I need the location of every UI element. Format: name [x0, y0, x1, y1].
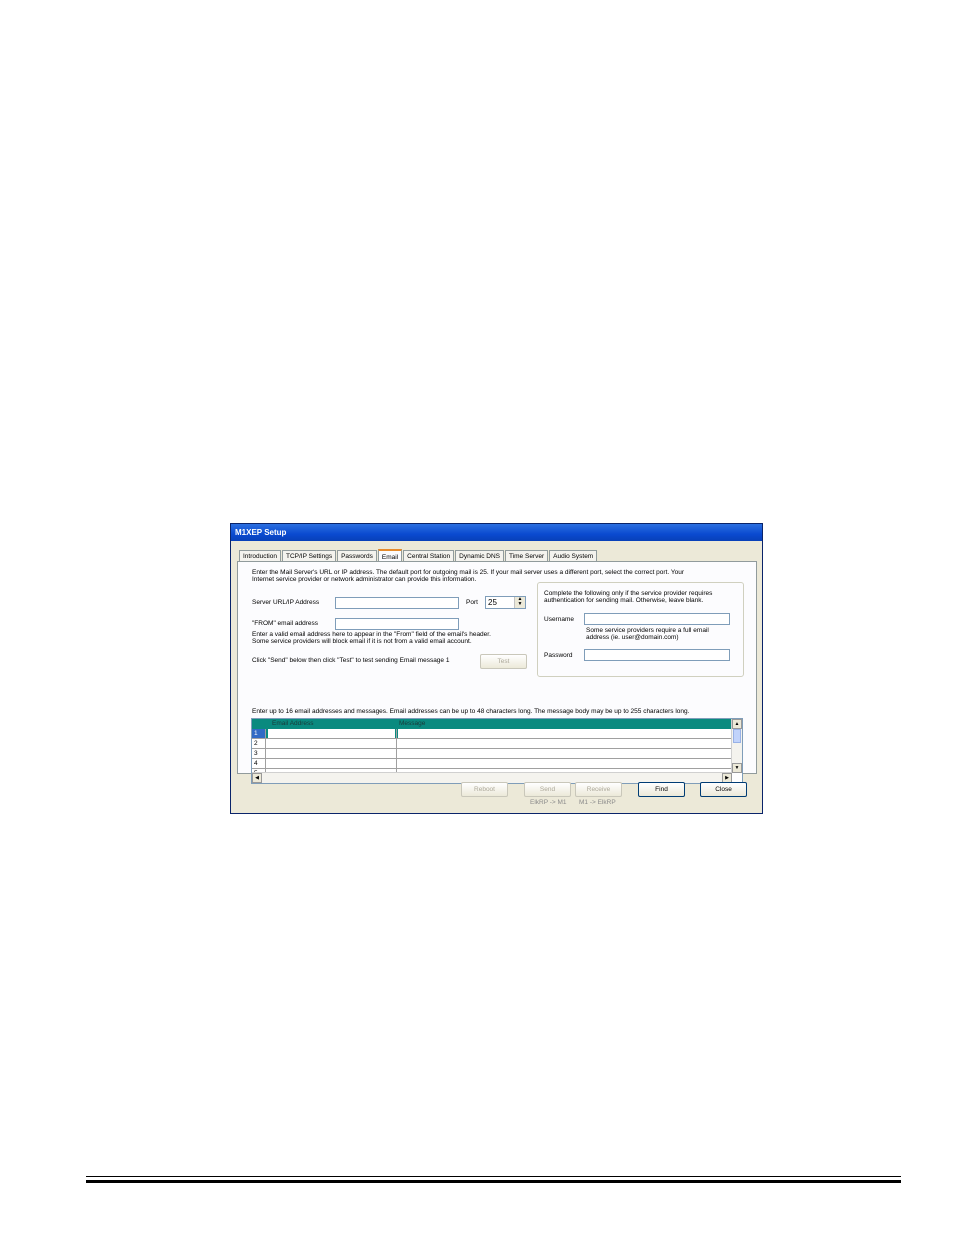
tab-strip: Introduction TCP/IP Settings Passwords E… — [239, 548, 598, 563]
grid-vertical-scrollbar[interactable]: ▲ ▼ — [731, 719, 742, 773]
grid-cell-message[interactable] — [398, 729, 732, 738]
test-button[interactable]: Test — [480, 654, 527, 669]
scroll-up-icon[interactable]: ▲ — [732, 719, 742, 729]
scroll-thumb[interactable] — [733, 729, 741, 743]
auth-help-line2: authentication for sending mail. Otherwi… — [544, 597, 704, 604]
scroll-left-icon[interactable]: ◀ — [252, 773, 262, 783]
email-grid: Email Address Message 1 2 3 4 5 ▲ — [251, 718, 743, 784]
username-label: Username — [544, 616, 574, 623]
server-label: Server URL/IP Address — [252, 599, 320, 606]
from-input[interactable] — [335, 618, 459, 630]
table-row[interactable]: 4 — [252, 759, 732, 769]
scroll-down-icon[interactable]: ▼ — [732, 763, 742, 773]
grid-cell-address[interactable] — [268, 729, 395, 738]
from-label: "FROM" email address — [252, 620, 319, 627]
port-spinner[interactable]: 25 ▲ ▼ — [485, 596, 526, 609]
server-input[interactable] — [335, 597, 459, 609]
receive-button[interactable]: Receive — [575, 782, 622, 797]
close-button[interactable]: Close — [700, 782, 747, 797]
spin-down-icon[interactable]: ▼ — [515, 602, 525, 607]
password-input[interactable] — [584, 649, 730, 661]
send-button[interactable]: Send — [524, 782, 571, 797]
auth-group: Complete the following only if the servi… — [537, 582, 744, 677]
table-row[interactable]: 2 — [252, 739, 732, 749]
grid-hint: Enter up to 16 email addresses and messa… — [252, 708, 690, 715]
port-value: 25 — [488, 598, 497, 607]
reboot-button[interactable]: Reboot — [461, 782, 508, 797]
setup-window: M1XEP Setup Introduction TCP/IP Settings… — [230, 523, 763, 814]
username-help-line2: address (ie. user@domain.com) — [586, 634, 679, 641]
test-hint: Click "Send" below then click "Test" to … — [252, 657, 450, 664]
send-sublabel: ElkRP -> M1 — [530, 799, 567, 806]
table-row[interactable]: 3 — [252, 749, 732, 759]
table-row[interactable]: 1 — [252, 729, 732, 739]
footer-rule-thin — [86, 1176, 901, 1177]
intro-text-line2: Internet service provider or network adm… — [252, 576, 477, 583]
grid-header: Email Address Message — [252, 719, 732, 729]
find-button[interactable]: Find — [638, 782, 685, 797]
footer-rule-thick — [86, 1180, 901, 1183]
receive-sublabel: M1 -> ElkRP — [579, 799, 616, 806]
from-help-line2: Some service providers will block email … — [252, 638, 472, 645]
password-label: Password — [544, 652, 573, 659]
grid-col-email: Email Address — [272, 720, 314, 727]
email-panel: Enter the Mail Server's URL or IP addres… — [237, 561, 757, 784]
port-label: Port — [466, 599, 478, 606]
window-title: M1XEP Setup — [231, 524, 762, 541]
grid-col-message: Message — [399, 720, 426, 727]
username-input[interactable] — [584, 613, 730, 625]
